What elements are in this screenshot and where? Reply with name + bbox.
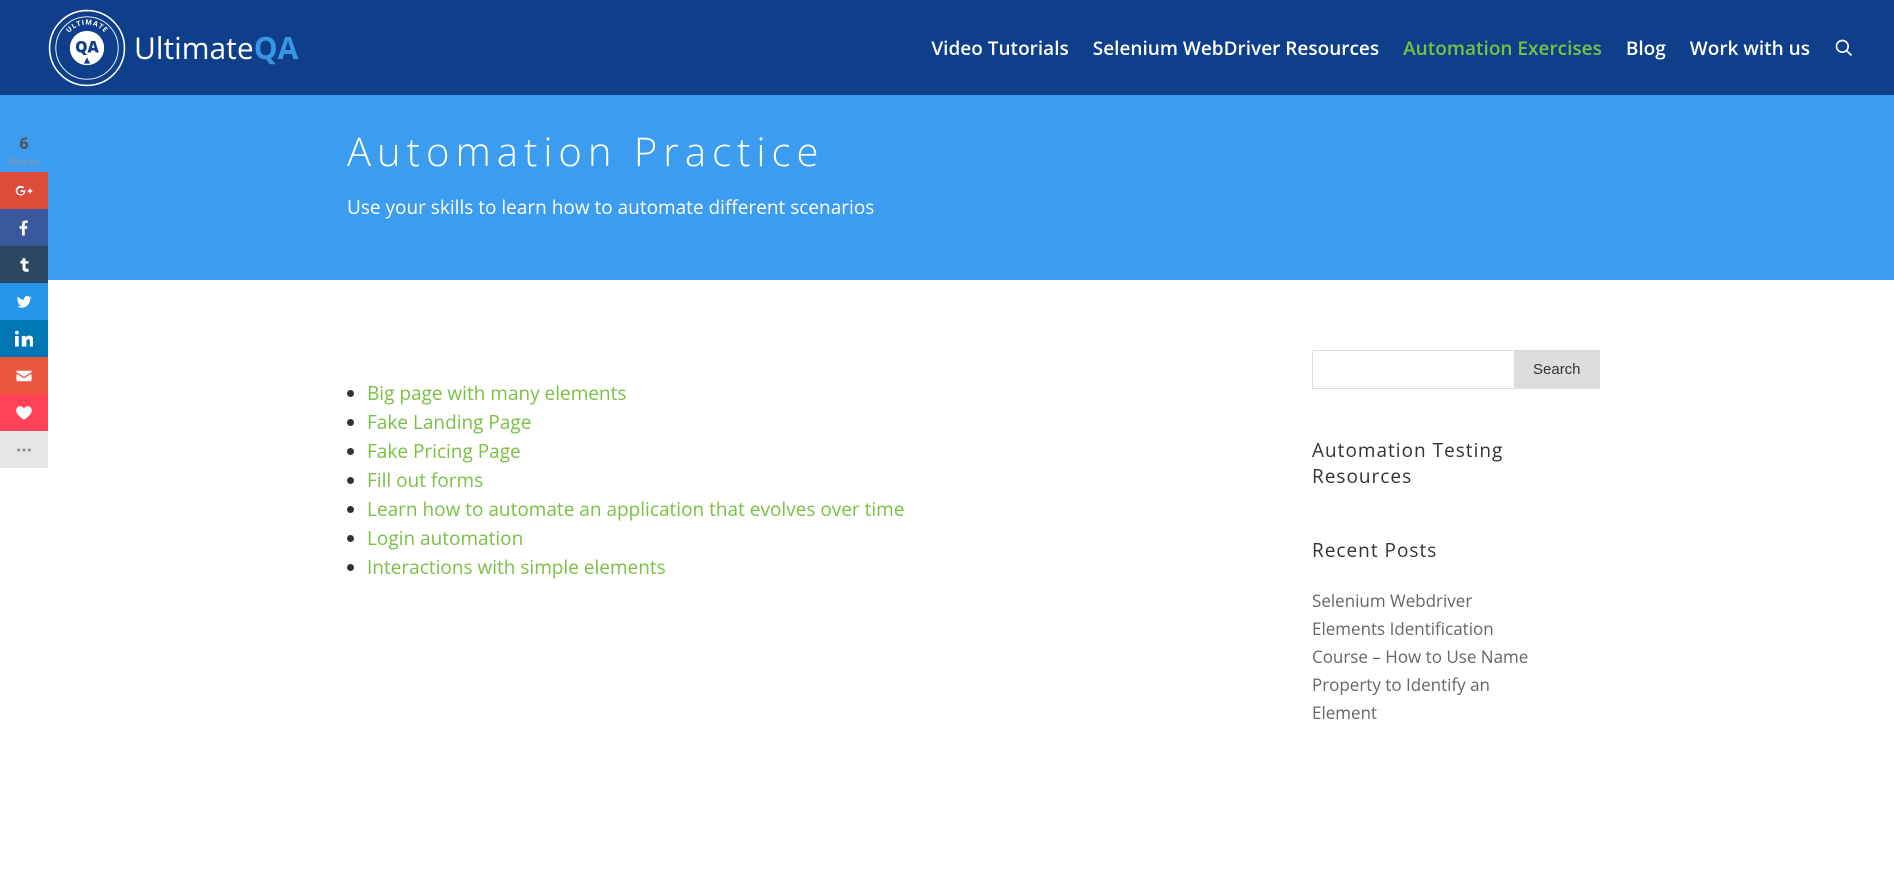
more-icon — [15, 441, 33, 459]
search-input[interactable] — [1312, 350, 1514, 389]
sidebar-section-resources: Automation Testing Resources — [1312, 437, 1547, 489]
list-item: Learn how to automate an application tha… — [367, 496, 1252, 523]
share-googleplus-button[interactable] — [0, 172, 48, 209]
share-love-button[interactable] — [0, 394, 48, 431]
sidebar: Search Automation Testing Resources Rece… — [1312, 350, 1547, 775]
nav-video-tutorials[interactable]: Video Tutorials — [931, 35, 1068, 61]
logo-text: UltimateQA — [134, 27, 298, 68]
sidebar-search: Search — [1312, 350, 1547, 389]
practice-link[interactable]: Learn how to automate an application tha… — [367, 496, 904, 522]
share-linkedin-button[interactable] — [0, 320, 48, 357]
svg-text:QA: QA — [75, 35, 99, 57]
share-email-button[interactable] — [0, 357, 48, 394]
hero-section: Automation Practice Use your skills to l… — [0, 95, 1894, 280]
tumblr-icon — [15, 256, 33, 274]
nav-work-with-us[interactable]: Work with us — [1690, 35, 1810, 61]
primary-nav: Video Tutorials Selenium WebDriver Resou… — [931, 35, 1854, 61]
logo[interactable]: ULTIMATE QA UltimateQA — [48, 9, 298, 87]
nav-selenium-resources[interactable]: Selenium WebDriver Resources — [1093, 35, 1379, 61]
share-tumblr-button[interactable] — [0, 246, 48, 283]
recent-post-link[interactable]: Selenium Webdriver Elements Identificati… — [1312, 589, 1528, 724]
share-count-label: Shares — [0, 154, 48, 168]
header-search-button[interactable] — [1834, 38, 1854, 58]
email-icon — [15, 367, 33, 385]
logo-badge: ULTIMATE QA — [48, 9, 126, 87]
list-item: Fake Landing Page — [367, 409, 1252, 436]
share-count-number: 6 — [0, 132, 48, 154]
sidebar-heading-resources: Automation Testing Resources — [1312, 437, 1547, 489]
nav-blog[interactable]: Blog — [1626, 35, 1666, 61]
facebook-icon — [15, 219, 33, 237]
share-count: 6 Shares — [0, 128, 48, 172]
practice-link[interactable]: Big page with many elements — [367, 380, 626, 406]
page-title: Automation Practice — [347, 123, 1547, 178]
share-more-button[interactable] — [0, 431, 48, 468]
practice-link[interactable]: Fake Landing Page — [367, 409, 531, 435]
main-content: Big page with many elements Fake Landing… — [347, 350, 1252, 775]
heart-icon — [15, 404, 33, 422]
twitter-icon — [15, 293, 33, 311]
list-item: Big page with many elements — [367, 380, 1252, 407]
share-facebook-button[interactable] — [0, 209, 48, 246]
practice-link[interactable]: Interactions with simple elements — [367, 554, 666, 580]
logo-text-part2: QA — [254, 27, 299, 68]
logo-text-part1: Ultimate — [134, 27, 254, 68]
googleplus-icon — [15, 182, 33, 200]
page-subtitle: Use your skills to learn how to automate… — [347, 194, 1547, 220]
search-button[interactable]: Search — [1514, 350, 1600, 389]
list-item: Login automation — [367, 525, 1252, 552]
list-item: Interactions with simple elements — [367, 554, 1252, 581]
list-item: Fill out forms — [367, 467, 1252, 494]
linkedin-icon — [15, 330, 33, 348]
list-item: Fake Pricing Page — [367, 438, 1252, 465]
practice-link[interactable]: Fill out forms — [367, 467, 483, 493]
sidebar-heading-recent-posts: Recent Posts — [1312, 537, 1547, 563]
share-twitter-button[interactable] — [0, 283, 48, 320]
site-header: ULTIMATE QA UltimateQA Video Tutorials S… — [0, 0, 1894, 95]
practice-link[interactable]: Fake Pricing Page — [367, 438, 521, 464]
search-icon — [1834, 38, 1854, 58]
sidebar-section-recent-posts: Recent Posts Selenium Webdriver Elements… — [1312, 537, 1547, 727]
content-container: Big page with many elements Fake Landing… — [317, 280, 1577, 815]
nav-automation-exercises[interactable]: Automation Exercises — [1403, 35, 1602, 61]
practice-link[interactable]: Login automation — [367, 525, 523, 551]
practice-links-list: Big page with many elements Fake Landing… — [347, 380, 1252, 581]
share-sidebar: 6 Shares — [0, 128, 48, 468]
